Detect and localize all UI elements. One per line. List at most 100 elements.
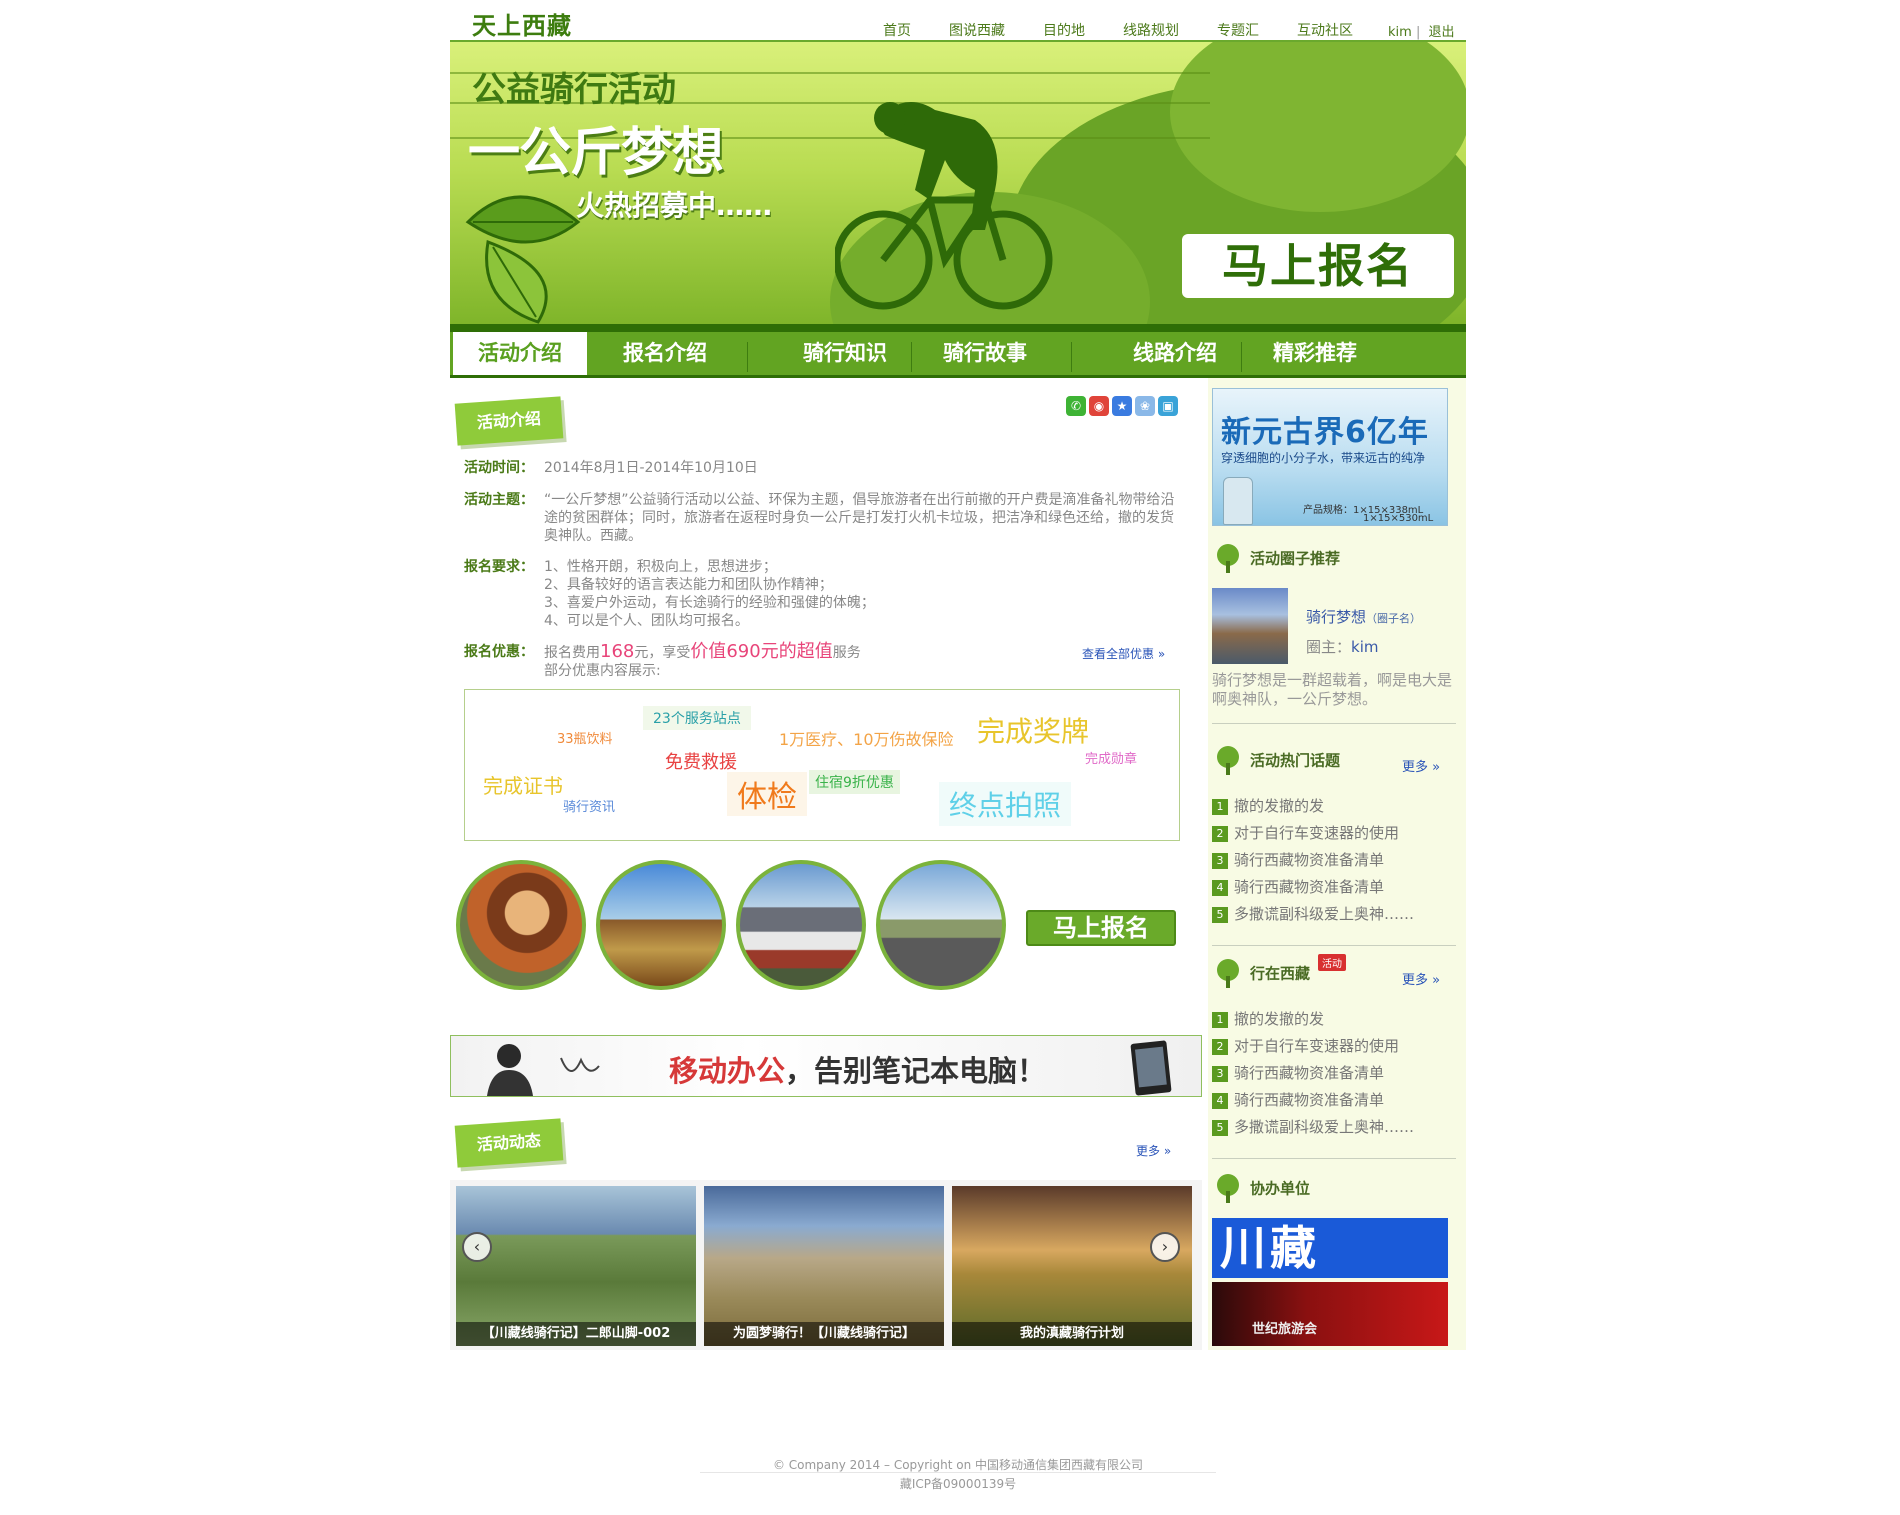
benefit-tag: 终点拍照: [939, 782, 1072, 826]
topic-link[interactable]: 撤的发撤的发: [1234, 797, 1324, 815]
qzone-icon[interactable]: ★: [1112, 396, 1132, 416]
benefit-tag: 完成证书: [483, 774, 563, 798]
topic-link[interactable]: 对于自行车变速器的使用: [1234, 824, 1399, 842]
topic-link[interactable]: 多撒谎副科级爱上奥神……: [1234, 905, 1414, 923]
tab-routes[interactable]: 线路介绍: [1110, 332, 1240, 375]
tab-featured[interactable]: 精彩推荐: [1250, 332, 1380, 375]
username-link[interactable]: kim: [1388, 25, 1412, 40]
tab-signup[interactable]: 报名介绍: [600, 332, 730, 375]
tab-stories[interactable]: 骑行故事: [920, 332, 1050, 375]
carousel-prev-icon[interactable]: ‹: [462, 1232, 492, 1262]
wechat-icon[interactable]: ✆: [1066, 396, 1086, 416]
list-item[interactable]: 3 骑行西藏物资准备清单: [1212, 1060, 1414, 1087]
circle-avatar[interactable]: [1212, 588, 1288, 664]
logout-link[interactable]: 退出: [1428, 25, 1454, 40]
footer-icp[interactable]: 藏ICP备09000139号: [450, 1475, 1466, 1492]
partner-logo-chuanzang[interactable]: 川藏: [1212, 1218, 1448, 1278]
tab-separator: [1241, 342, 1242, 372]
list-item[interactable]: 3 骑行西藏物资准备清单: [1212, 847, 1414, 874]
list-item[interactable]: 1 撤的发撤的发: [1212, 793, 1414, 820]
topic-link[interactable]: 骑行西藏物资准备清单: [1234, 1064, 1384, 1082]
walk-tibet-list: 1 撤的发撤的发 2 对于自行车变速器的使用 3 骑行西藏物资准备清单 4 骑行西藏物资…: [1212, 1006, 1414, 1141]
news-photo-caption: 我的滇藏骑行计划: [952, 1322, 1192, 1346]
partner-logo-century[interactable]: 世纪旅游会: [1212, 1282, 1448, 1346]
list-item[interactable]: 5 多撒谎副科级爱上奥神……: [1212, 901, 1414, 928]
tree-icon: [1217, 544, 1239, 573]
share-bar: ✆ ◉ ★ ❀ ▣: [1066, 396, 1181, 416]
requirements-list: 1、性格开朗，积极向上，思想进步； 2、具备较好的语言表达能力和团队协作精神； …: [544, 558, 1184, 630]
topic-link[interactable]: 多撒谎副科级爱上奥神……: [1234, 1118, 1414, 1136]
ad-spec-label: 产品规格：: [1303, 505, 1353, 516]
news-photo-caption: 为圆梦骑行！【川藏线骑行记】: [704, 1322, 944, 1346]
tree-icon: [1217, 959, 1239, 988]
hero-banner: 公益骑行活动 一公斤梦想 火热招募中…… 马上报名: [450, 42, 1466, 324]
mobile-office-ad[interactable]: 移动办公，告别笔记本电脑！: [450, 1035, 1202, 1097]
tab-intro[interactable]: 活动介绍: [453, 332, 587, 375]
rank-badge: 3: [1212, 1065, 1228, 1082]
potala-palace-photo[interactable]: [736, 860, 866, 990]
news-photo-card[interactable]: 为圆梦骑行！【川藏线骑行记】: [704, 1186, 944, 1346]
list-item[interactable]: 2 对于自行车变速器的使用: [1212, 1033, 1414, 1060]
sidebar: 新元古界6亿年 穿透细胞的小分子水，带来远古的纯净 产品规格：1×15×338m…: [1208, 378, 1466, 1350]
ad-subtitle: 穿透细胞的小分子水，带来远古的纯净: [1221, 451, 1426, 465]
topic-link[interactable]: 撤的发撤的发: [1234, 1010, 1324, 1028]
benefit-tag: 23个服务站点: [643, 706, 751, 730]
topic-link[interactable]: 骑行西藏物资准备清单: [1234, 851, 1384, 869]
sidebar-divider: [1212, 945, 1456, 946]
list-item[interactable]: 1 撤的发撤的发: [1212, 1006, 1414, 1033]
carousel-next-icon[interactable]: ›: [1150, 1232, 1180, 1262]
list-item[interactable]: 2 对于自行车变速器的使用: [1212, 820, 1414, 847]
page: 天上西藏 首页 图说西藏 目的地 线路规划 专题汇 互动社区 kim | 退出: [450, 0, 1466, 1515]
intro-section-title: 活动介绍: [454, 396, 564, 446]
circle-name-link[interactable]: 骑行梦想: [1306, 608, 1366, 626]
list-item[interactable]: 5 多撒谎副科级爱上奥神……: [1212, 1114, 1414, 1141]
topic-link[interactable]: 骑行西藏物资准备清单: [1234, 878, 1384, 896]
news-more-link[interactable]: 更多 »: [1136, 1142, 1171, 1159]
banner-signup-button[interactable]: 马上报名: [1182, 234, 1454, 298]
benefit-tag: 1万医疗、10万伤故保险: [779, 730, 954, 749]
circle-title-text: 活动圈子推荐: [1250, 549, 1341, 568]
road-cyclist-photo[interactable]: [876, 860, 1006, 990]
tab-knowledge[interactable]: 骑行知识: [780, 332, 910, 375]
site-logo[interactable]: 天上西藏: [472, 6, 572, 41]
tibet-woman-photo[interactable]: [456, 860, 586, 990]
water-ad-banner[interactable]: 新元古界6亿年 穿透细胞的小分子水，带来远古的纯净 产品规格：1×15×338m…: [1212, 388, 1448, 526]
discount-label: 报名优惠：: [464, 644, 534, 660]
requirements-label: 报名要求：: [464, 559, 534, 575]
weibo-icon[interactable]: ◉: [1089, 396, 1109, 416]
discount-pre: 报名费用: [544, 645, 600, 661]
topic-link[interactable]: 对于自行车变速器的使用: [1234, 1037, 1399, 1055]
ad-person-icon: [487, 1044, 600, 1096]
benefit-tag: 骑行资讯: [563, 800, 616, 815]
circle-tag: （圈子名）: [1366, 612, 1422, 625]
temple-roof-photo[interactable]: [596, 860, 726, 990]
topic-link[interactable]: 骑行西藏物资准备清单: [1234, 1091, 1384, 1109]
rank-badge: 1: [1212, 1011, 1228, 1028]
walk-more-link[interactable]: 更多 »: [1402, 969, 1440, 988]
news-photo-card[interactable]: 我的滇藏骑行计划: [952, 1186, 1192, 1346]
list-item[interactable]: 4 骑行西藏物资准备清单: [1212, 874, 1414, 901]
tablet-icon: [1130, 1040, 1172, 1096]
news-section-title: 活动动态: [454, 1118, 564, 1168]
cyclist-silhouette-icon: [835, 102, 1053, 310]
share-icon[interactable]: ❀: [1135, 396, 1155, 416]
sidebar-divider: [1212, 723, 1456, 724]
rank-badge: 2: [1212, 1038, 1228, 1055]
owner-link[interactable]: kim: [1351, 638, 1378, 656]
hot-more-label: 更多: [1402, 760, 1429, 775]
theme-label: 活动主题：: [464, 492, 534, 508]
circle-description: 骑行梦想是一群超载着，啊是电大是啊奥神队，一公斤梦想。: [1212, 671, 1453, 708]
footer-divider: [700, 1472, 1216, 1473]
banner-subtitle: 火热招募中……: [576, 189, 773, 222]
list-item[interactable]: 4 骑行西藏物资准备清单: [1212, 1087, 1414, 1114]
signup-button[interactable]: 马上报名: [1026, 910, 1176, 946]
news-photo-card[interactable]: 【川藏线骑行记】二郎山脚-002: [456, 1186, 696, 1346]
owner-label: 圈主：: [1306, 638, 1352, 656]
view-all-discounts-link[interactable]: 查看全部优惠 »: [1082, 645, 1165, 662]
benefit-tag: 体检: [727, 772, 807, 816]
tab-separator: [911, 342, 912, 372]
tencent-icon[interactable]: ▣: [1158, 396, 1178, 416]
partner-century-name: 世纪旅游会: [1252, 1322, 1318, 1337]
hot-topics-more-link[interactable]: 更多 »: [1402, 756, 1440, 775]
rank-badge: 5: [1212, 906, 1228, 923]
